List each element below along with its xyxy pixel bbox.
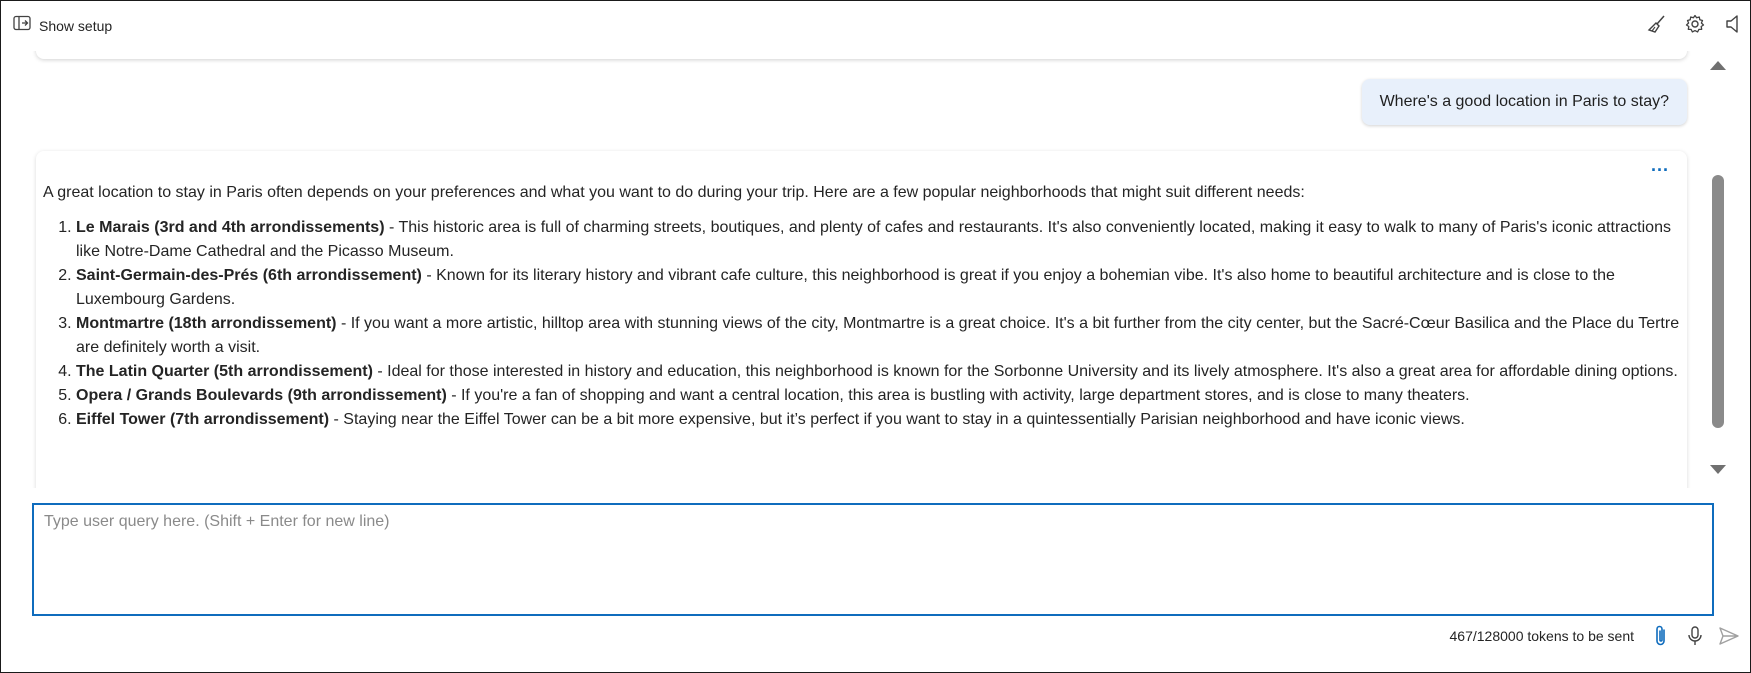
query-input-container: [32, 503, 1714, 616]
assistant-message-text: A great location to stay in Paris often …: [43, 181, 1683, 432]
user-message: Where's a good location in Paris to stay…: [1361, 79, 1687, 125]
gear-icon[interactable]: [1684, 13, 1706, 35]
assistant-intro: A great location to stay in Paris often …: [43, 184, 1305, 201]
list-item-title: Opera / Grands Boulevards (9th arrondiss…: [76, 387, 447, 404]
list-item: Opera / Grands Boulevards (9th arrondiss…: [76, 384, 1683, 408]
scroll-up-arrow-icon[interactable]: [1710, 61, 1726, 70]
broom-icon[interactable]: [1646, 13, 1668, 35]
token-count: 467/128000 tokens to be sent: [1449, 628, 1634, 644]
panel-toggle-icon: [13, 15, 31, 36]
top-bar: Show setup: [1, 1, 1750, 51]
chat-scrollbar[interactable]: [1708, 57, 1728, 477]
speaker-icon[interactable]: [1722, 13, 1744, 35]
list-item: Eiffel Tower (7th arrondissement) - Stay…: [76, 408, 1683, 432]
paperclip-icon[interactable]: [1650, 625, 1672, 647]
chat-area: Where's a good location in Paris to stay…: [1, 51, 1731, 488]
list-item-title: Le Marais (3rd and 4th arrondissements): [76, 219, 385, 236]
show-setup-label: Show setup: [39, 17, 113, 34]
list-item-title: Saint-Germain-des-Prés (6th arrondisseme…: [76, 267, 422, 284]
more-options-button[interactable]: ...: [1651, 155, 1669, 176]
app-window: Show setup Where's a good location in Pa…: [0, 0, 1751, 673]
assistant-message: ... A great location to stay in Paris of…: [36, 151, 1687, 488]
scrollbar-thumb[interactable]: [1712, 175, 1724, 428]
input-footer: 467/128000 tokens to be sent: [1450, 623, 1740, 649]
scroll-down-arrow-icon[interactable]: [1710, 465, 1726, 474]
list-item-title: Montmartre (18th arrondissement): [76, 315, 337, 332]
list-item: Saint-Germain-des-Prés (6th arrondisseme…: [76, 264, 1683, 312]
previous-message-card: [36, 51, 1687, 59]
list-item-title: The Latin Quarter (5th arrondissement): [76, 363, 373, 380]
list-item: Le Marais (3rd and 4th arrondissements) …: [76, 216, 1683, 264]
list-item: The Latin Quarter (5th arrondissement) -…: [76, 360, 1683, 384]
list-item-text: - Ideal for those interested in history …: [372, 363, 1678, 380]
list-item-text: - Staying near the Eiffel Tower can be a…: [329, 411, 1465, 428]
list-item: Montmartre (18th arrondissement) - If yo…: [76, 312, 1683, 360]
send-icon[interactable]: [1718, 625, 1740, 647]
list-item-title: Eiffel Tower (7th arrondissement): [76, 411, 330, 428]
show-setup-button[interactable]: Show setup: [13, 15, 112, 36]
list-item-text: - If you're a fan of shopping and want a…: [446, 387, 1470, 404]
microphone-icon[interactable]: [1684, 625, 1706, 647]
query-input[interactable]: [34, 505, 1712, 614]
neighborhood-list: Le Marais (3rd and 4th arrondissements) …: [43, 216, 1683, 432]
